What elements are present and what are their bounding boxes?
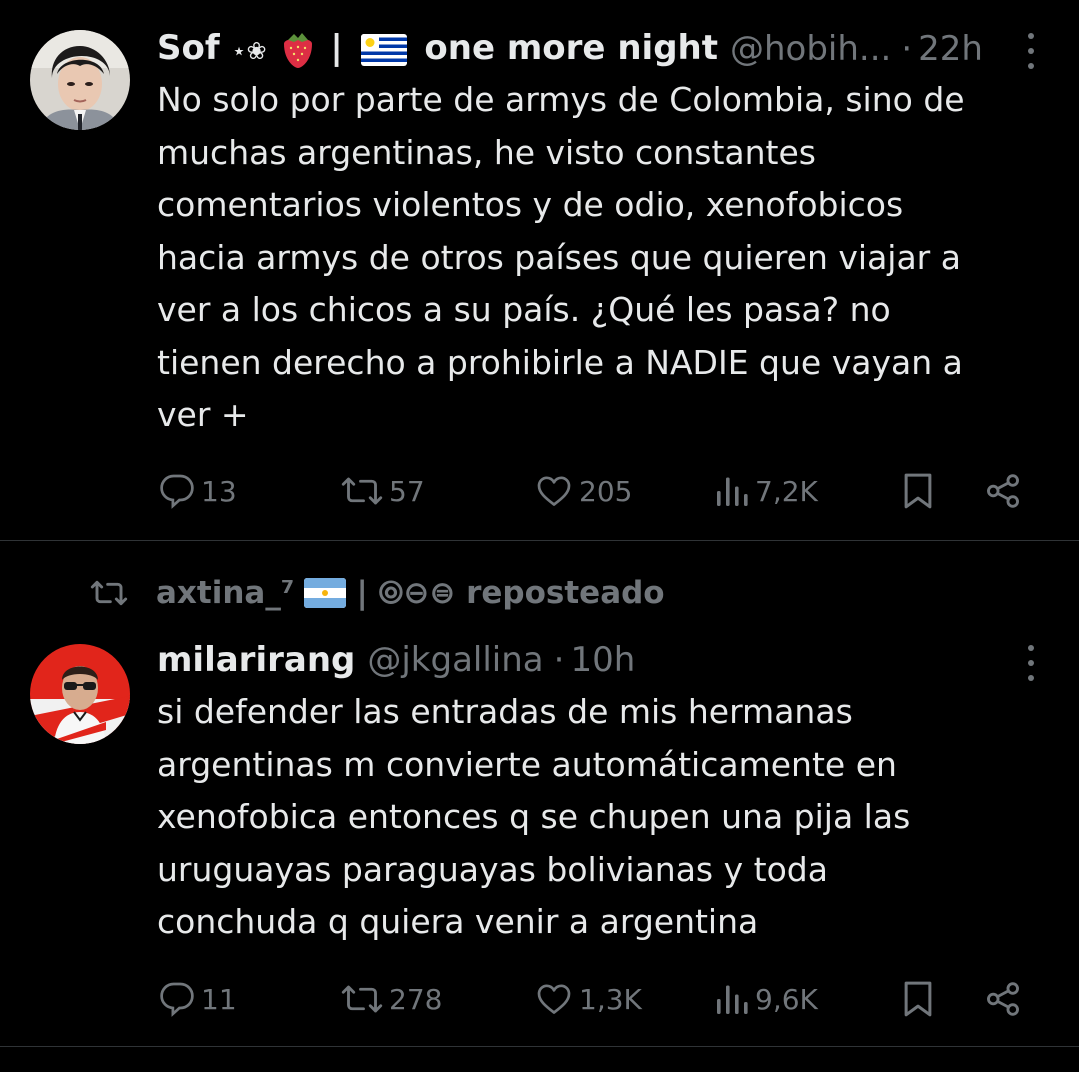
reply-count: 11 [201,982,237,1016]
repost-icon [341,985,383,1013]
tweet[interactable]: Sof ⋆❀ | one more night @hobih... · 22h … [0,0,1079,541]
repost-count: 57 [389,474,425,508]
views-chart-icon [717,477,748,506]
dot-separator: · [901,29,913,69]
timeline-feed: Sof ⋆❀ | one more night @hobih... · 22h … [0,0,1079,1072]
author-handle[interactable]: @hobih... [730,29,891,69]
views-count: 9,6K [755,982,818,1016]
argentina-flag-icon [304,578,347,608]
share-icon [987,474,1019,508]
author-name[interactable]: milarirang [157,640,355,680]
reposter-name[interactable]: axtina_⁷ [156,575,294,611]
repost-banner[interactable]: axtina_⁷ | ⦾⊖⊜ reposteado [90,571,665,615]
bookmark-button[interactable] [901,466,935,516]
repost-icon [90,580,128,606]
reply-button[interactable]: 11 [159,974,237,1024]
reply-count: 13 [201,474,237,508]
tweet-timestamp[interactable]: 22h [918,29,983,69]
heart-icon [537,476,571,506]
dot-separator: · [553,640,565,680]
avatar-photo-icon [30,30,130,130]
repost-count: 278 [389,982,443,1016]
tweet-header: Sof ⋆❀ | one more night @hobih... · 22h [157,26,1049,72]
share-icon [987,982,1019,1016]
avatar-photo-icon [30,644,130,744]
more-options-icon[interactable] [1023,33,1039,69]
views-chart-icon [717,985,748,1014]
author-avatar[interactable] [30,30,130,130]
bookmark-icon [904,981,932,1017]
author-name[interactable]: Sof ⋆❀ | one more night [157,28,718,70]
name-separator: | [330,28,343,69]
bookmark-button[interactable] [901,974,935,1024]
name-suffix: one more night [424,28,718,69]
share-button[interactable] [985,974,1021,1024]
repost-icon [341,477,383,505]
more-options-icon[interactable] [1023,645,1039,681]
share-button[interactable] [985,466,1021,516]
repost-suffix: | ⦾⊖⊜ reposteado [356,574,665,611]
tweet-timestamp[interactable]: 10h [570,640,635,680]
bookmark-icon [904,473,932,509]
reply-icon [160,982,194,1017]
author-avatar[interactable] [30,644,130,744]
repost-button[interactable]: 278 [341,974,442,1024]
tweet-header: milarirang @jkgallina · 10h [157,637,1049,683]
views-button[interactable]: 7,2K [715,466,818,516]
name-decoration-icons: ⋆❀ [231,37,267,66]
strawberry-icon [284,32,313,68]
like-button[interactable]: 1,3K [535,974,642,1024]
like-button[interactable]: 205 [535,466,632,516]
reply-icon [160,474,194,509]
tweet-text: No solo por parte de armys de Colombia, … [157,80,965,434]
tweet-actions: 13 57 205 7,2K [157,466,1049,516]
like-count: 205 [579,474,633,508]
views-button[interactable]: 9,6K [715,974,818,1024]
heart-icon [537,984,571,1014]
tweet-text: si defender las entradas de mis hermanas… [157,692,911,941]
views-count: 7,2K [755,474,818,508]
author-handle[interactable]: @jkgallina [367,640,543,680]
repost-button[interactable]: 57 [341,466,425,516]
reply-button[interactable]: 13 [159,466,237,516]
tweet-actions: 11 278 1,3K 9,6K [157,974,1049,1024]
uruguay-flag-icon [360,33,407,66]
like-count: 1,3K [579,982,642,1016]
tweet[interactable]: axtina_⁷ | ⦾⊖⊜ reposteado milarirang @jk… [0,541,1079,1047]
